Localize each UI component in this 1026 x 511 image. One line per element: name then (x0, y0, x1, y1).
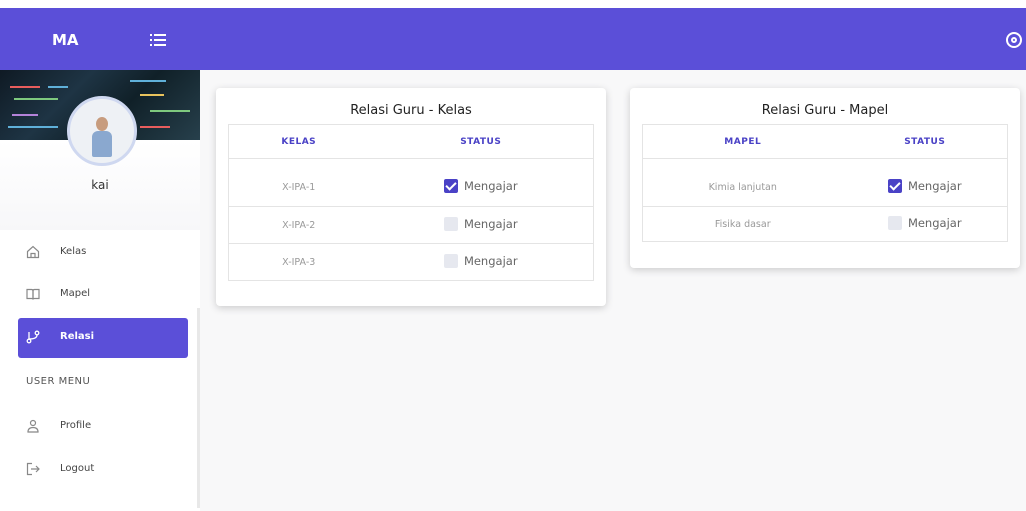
username: kai (91, 178, 109, 192)
status-checkbox[interactable]: Mengajar (887, 215, 962, 230)
menu-toggle-icon[interactable] (150, 33, 166, 47)
checkbox-unchecked-icon[interactable] (443, 216, 458, 231)
relasi-mapel-card: Relasi Guru - Mapel MAPEL STATUS Kimia l… (630, 88, 1020, 268)
main-content: Relasi Guru - Kelas KELAS STATUS X-IPA-1 (200, 70, 1026, 511)
settings-gear-icon[interactable] (1006, 32, 1022, 48)
status-label: Mengajar (907, 215, 962, 230)
sidebar-item-mapel[interactable]: Mapel (18, 276, 188, 314)
table-header-row: KELAS STATUS (228, 124, 594, 159)
relasi-kelas-card: Relasi Guru - Kelas KELAS STATUS X-IPA-1 (216, 88, 606, 306)
brand-logo[interactable]: MA (52, 31, 79, 49)
kelas-name: X-IPA-1 (228, 158, 369, 207)
sidebar-item-profile[interactable]: Profile (18, 408, 188, 446)
user-icon (27, 419, 39, 433)
sidebar-item-label: Profile (60, 420, 92, 431)
sidebar-item-label: Relasi (60, 331, 95, 342)
kelas-name: X-IPA-3 (228, 243, 369, 281)
status-label: Mengajar (463, 253, 518, 268)
logout-icon (26, 462, 40, 476)
status-checkbox[interactable]: Mengajar (887, 179, 962, 193)
sidebar-item-label: Mapel (60, 288, 91, 299)
column-header-kelas: KELAS (228, 124, 369, 159)
app-root: MA kai Kelas Mapel Relasi USER MENU Prof… (0, 0, 1026, 511)
column-header-status: STATUS (368, 124, 594, 159)
status-checkbox[interactable]: Mengajar (443, 179, 518, 193)
user-menu-heading: USER MENU (26, 376, 91, 387)
status-checkbox[interactable]: Mengajar (443, 216, 518, 231)
status-label: Mengajar (463, 216, 518, 231)
table-row: X-IPA-2 Mengajar (228, 206, 594, 244)
sidebar-item-kelas[interactable]: Kelas (18, 234, 188, 272)
git-branch-icon (26, 330, 40, 344)
sidebar: MA kai Kelas Mapel Relasi USER MENU Prof… (0, 8, 200, 511)
top-navbar (200, 8, 1026, 70)
mapel-name: Fisika dasar (642, 206, 843, 242)
checkbox-unchecked-icon[interactable] (443, 253, 458, 268)
table-row: X-IPA-1 Mengajar (228, 158, 594, 207)
status-checkbox[interactable]: Mengajar (443, 253, 518, 268)
sidebar-item-logout[interactable]: Logout (18, 451, 188, 489)
checkbox-checked-icon[interactable] (887, 179, 902, 193)
checkbox-checked-icon[interactable] (443, 179, 458, 193)
table-row: Kimia lanjutan Mengajar (642, 158, 1008, 207)
home-icon (26, 245, 40, 259)
sidebar-item-label: Logout (60, 463, 95, 474)
kelas-table: KELAS STATUS X-IPA-1 Mengajar X-IPA-2 Me… (228, 124, 594, 281)
sidebar-item-label: Kelas (60, 246, 87, 257)
table-header-row: MAPEL STATUS (642, 124, 1008, 159)
status-label: Mengajar (463, 179, 518, 193)
brand-bar: MA (0, 8, 200, 70)
sidebar-item-relasi[interactable]: Relasi (18, 318, 188, 358)
mapel-name: Kimia lanjutan (642, 158, 843, 207)
column-header-mapel: MAPEL (642, 124, 843, 159)
avatar[interactable] (67, 96, 137, 166)
kelas-name: X-IPA-2 (228, 206, 369, 244)
mapel-table: MAPEL STATUS Kimia lanjutan Mengajar Fis… (642, 124, 1008, 242)
card-title: Relasi Guru - Kelas (350, 103, 472, 118)
table-row: Fisika dasar Mengajar (642, 206, 1008, 242)
card-title: Relasi Guru - Mapel (761, 103, 889, 118)
book-icon (26, 288, 40, 300)
status-label: Mengajar (907, 179, 962, 193)
table-row: X-IPA-3 Mengajar (228, 243, 594, 281)
checkbox-unchecked-icon[interactable] (887, 215, 902, 230)
column-header-status: STATUS (842, 124, 1008, 159)
